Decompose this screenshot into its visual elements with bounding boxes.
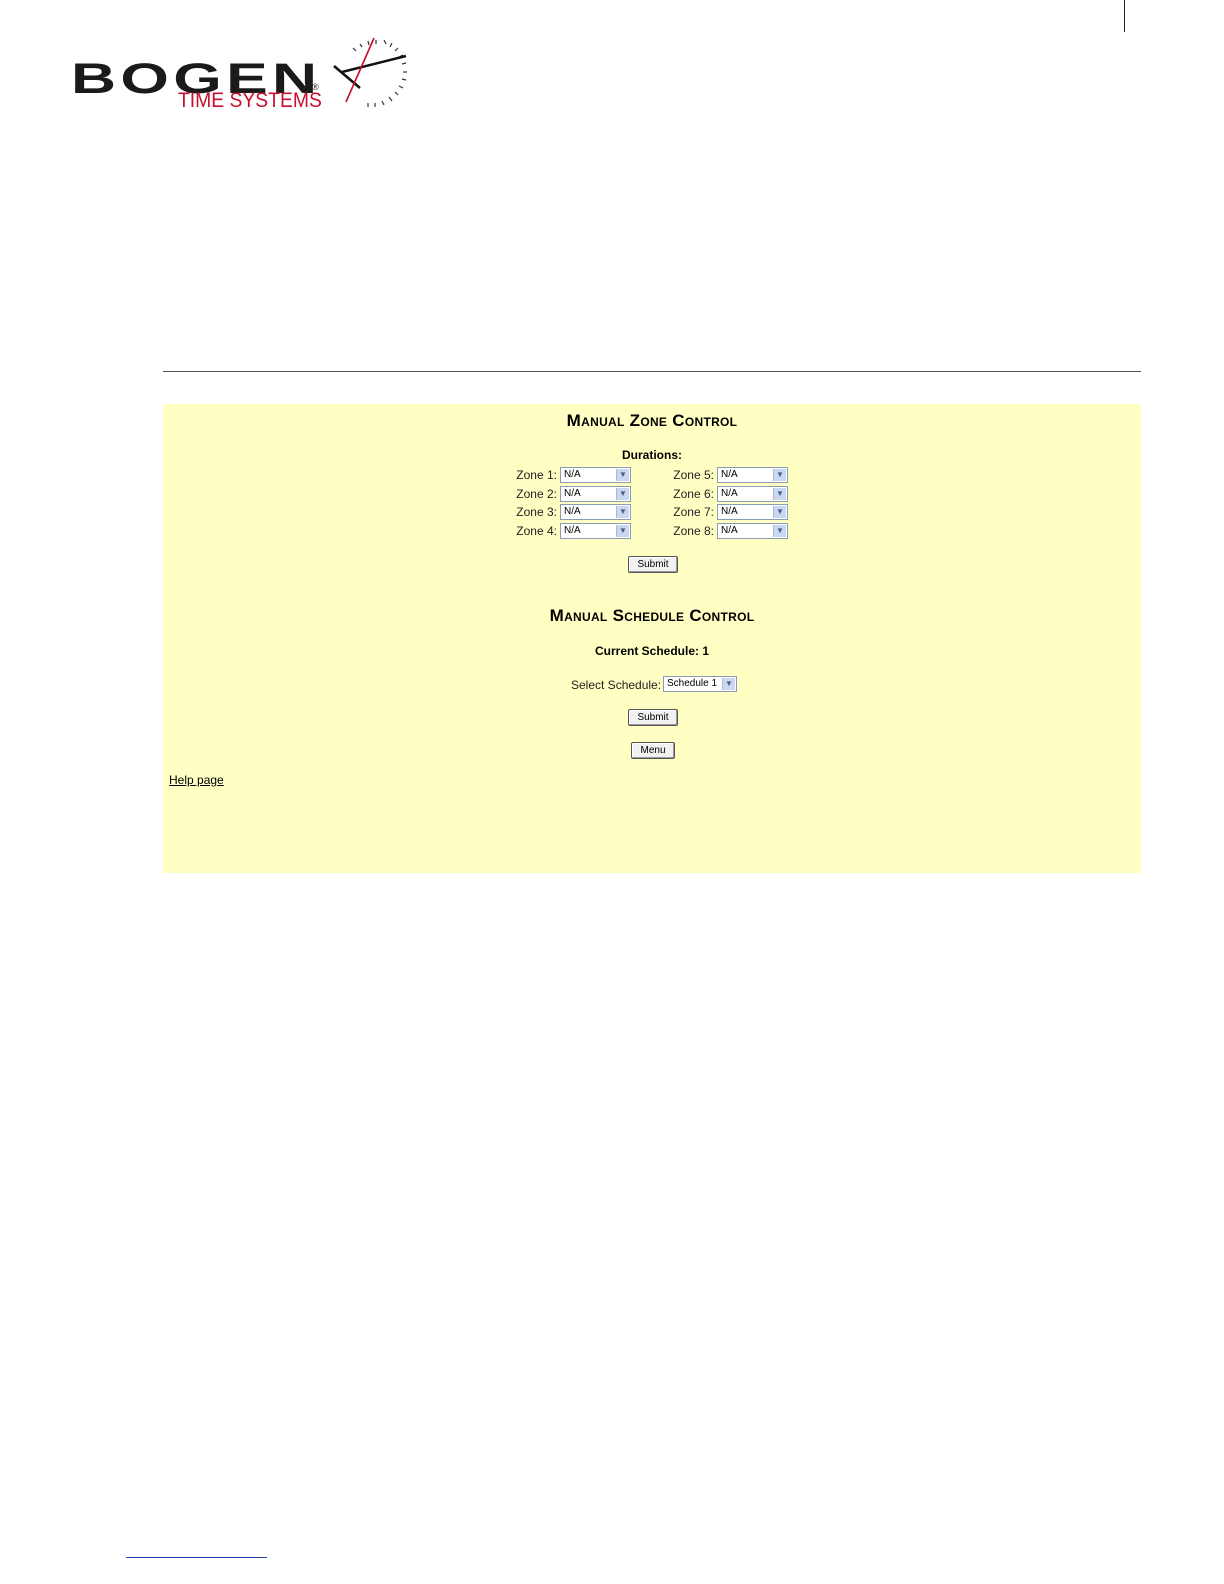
zone-submit-button[interactable]: Submit <box>628 556 678 573</box>
durations-label: Durations: <box>622 448 682 462</box>
chevron-down-icon[interactable]: ▼ <box>773 488 786 500</box>
select-schedule-label: Select Schedule: <box>571 678 662 692</box>
bogen-logo: BOGEN ® TIME SYSTEMS <box>68 30 413 120</box>
zone-label: Zone 6: <box>673 487 714 501</box>
zone-8-duration-select[interactable]: N/A ▼ <box>717 523 788 539</box>
chevron-down-icon[interactable]: ▼ <box>773 469 786 481</box>
select-value: N/A <box>721 469 738 480</box>
zone-5-duration-select[interactable]: N/A ▼ <box>717 467 788 483</box>
select-value: N/A <box>721 506 738 517</box>
select-value: N/A <box>721 525 738 536</box>
chevron-down-icon[interactable]: ▼ <box>773 525 786 537</box>
zone-label: Zone 5: <box>673 468 714 482</box>
menu-button[interactable]: Menu <box>631 742 675 759</box>
footer-link-underline[interactable] <box>126 1557 267 1558</box>
select-value: Schedule 1 <box>667 678 718 689</box>
control-panel: Manual Zone Control Durations: Zone 1: N… <box>163 404 1141 873</box>
zone-control-title: Manual Zone Control <box>566 411 738 430</box>
schedule-submit-button[interactable]: Submit <box>628 709 678 726</box>
zone-row-5: Zone 5: N/A ▼ <box>163 467 788 483</box>
select-value: N/A <box>721 488 738 499</box>
zone-label: Zone 7: <box>673 505 714 519</box>
help-page-link[interactable]: Help page <box>169 773 224 787</box>
zone-row-8: Zone 8: N/A ▼ <box>163 523 788 539</box>
schedule-control-title: Manual Schedule Control <box>549 606 755 625</box>
header-divider <box>163 371 1141 372</box>
schedule-select[interactable]: Schedule 1 ▼ <box>663 676 737 692</box>
zone-label: Zone 8: <box>673 524 714 538</box>
zone-7-duration-select[interactable]: N/A ▼ <box>717 504 788 520</box>
zone-row-6: Zone 6: N/A ▼ <box>163 486 788 502</box>
clock-face-icon <box>333 37 407 107</box>
zone-6-duration-select[interactable]: N/A ▼ <box>717 486 788 502</box>
page-edge-rule <box>1124 0 1125 32</box>
zone-row-7: Zone 7: N/A ▼ <box>163 504 788 520</box>
chevron-down-icon[interactable]: ▼ <box>773 506 786 518</box>
logo-subtitle: TIME SYSTEMS <box>178 89 322 112</box>
chevron-down-icon[interactable]: ▼ <box>722 678 735 690</box>
current-schedule-text: Current Schedule: 1 <box>594 644 710 658</box>
